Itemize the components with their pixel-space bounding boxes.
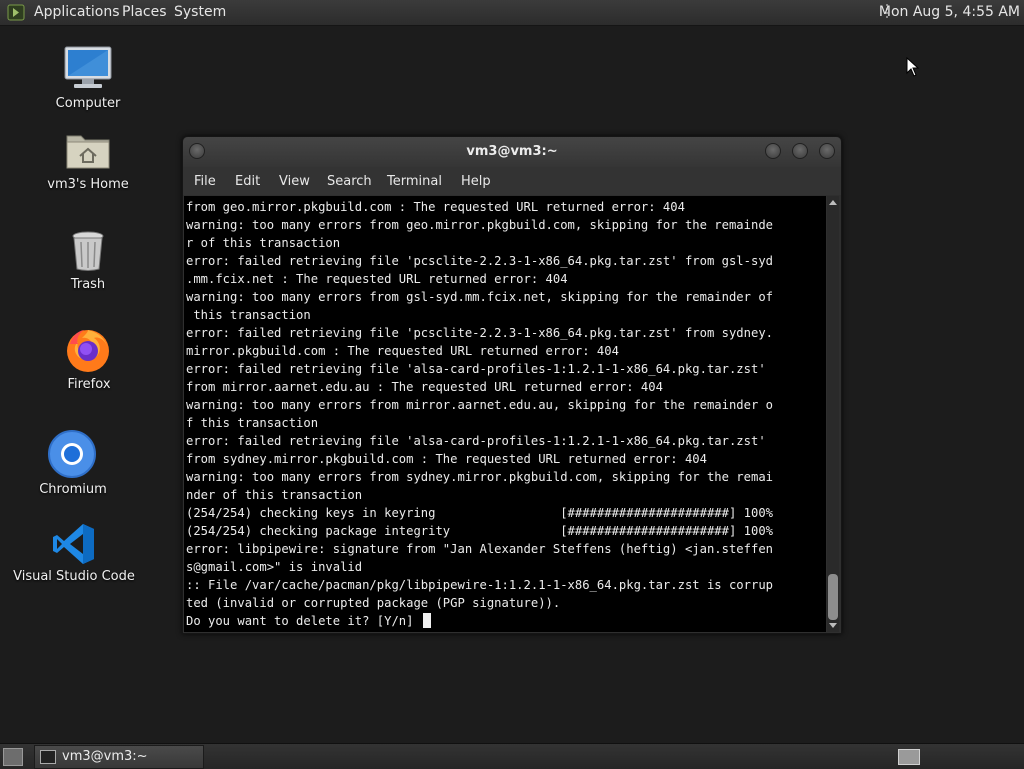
bottom-panel: vm3@vm3:~: [0, 743, 1024, 769]
distro-logo-icon[interactable]: [7, 4, 25, 21]
home-folder-icon: [66, 135, 110, 169]
search-menu[interactable]: Search: [327, 174, 372, 189]
chromium-icon: [48, 430, 96, 478]
desktop-icon-label: Chromium: [39, 482, 107, 497]
terminal-menubar: File Edit View Search Terminal Help: [183, 167, 841, 195]
taskbar-button-terminal[interactable]: vm3@vm3:~: [34, 745, 204, 769]
minimize-button[interactable]: [765, 143, 781, 159]
computer-monitor-icon: [64, 46, 112, 88]
terminal-output: from geo.mirror.pkgbuild.com : The reque…: [186, 198, 773, 630]
edit-menu[interactable]: Edit: [235, 174, 260, 189]
terminal-menu[interactable]: Terminal: [387, 174, 442, 189]
file-menu[interactable]: File: [194, 174, 216, 189]
help-menu[interactable]: Help: [461, 174, 491, 189]
desktop-icon-label: Firefox: [67, 377, 111, 392]
text-cursor: [422, 613, 431, 628]
top-panel: Applications Places System Mon Aug 5, 4:…: [0, 0, 1024, 26]
window-titlebar[interactable]: vm3@vm3:~: [183, 137, 841, 167]
workspace-switcher[interactable]: [898, 749, 920, 765]
desktop-icon-trash[interactable]: Trash: [40, 228, 136, 296]
close-button[interactable]: [819, 143, 835, 159]
desktop-icon-label: vm3's Home: [47, 177, 129, 192]
mouse-pointer-icon: [906, 57, 920, 77]
terminal-output-area[interactable]: from geo.mirror.pkgbuild.com : The reque…: [184, 196, 826, 632]
places-menu[interactable]: Places: [122, 4, 167, 21]
vscode-icon: [53, 524, 94, 564]
maximize-button[interactable]: [792, 143, 808, 159]
desktop-icon-computer[interactable]: Computer: [40, 44, 136, 116]
trash-icon: [72, 231, 104, 271]
terminal-icon: [40, 750, 56, 764]
window-title: vm3@vm3:~: [466, 144, 558, 159]
desktop-icon-label: Trash: [70, 277, 106, 292]
view-menu[interactable]: View: [279, 174, 310, 189]
desktop-icon-firefox[interactable]: Firefox: [40, 326, 136, 396]
clock[interactable]: Mon Aug 5, 4:55 AM: [879, 4, 1020, 21]
system-menu[interactable]: System: [174, 4, 226, 21]
desktop-icon-label: Visual Studio Code: [13, 569, 135, 584]
desktop-icon-home[interactable]: vm3's Home: [40, 128, 136, 196]
firefox-icon: [67, 330, 109, 372]
show-desktop-icon[interactable]: [3, 748, 23, 766]
desktop-icon-label: Computer: [55, 96, 121, 111]
terminal-scrollbar[interactable]: [827, 196, 839, 632]
scroll-thumb[interactable]: [828, 574, 838, 620]
desktop-icon-vscode[interactable]: Visual Studio Code: [10, 520, 138, 586]
taskbar-button-label: vm3@vm3:~: [62, 749, 148, 764]
terminal-window[interactable]: vm3@vm3:~ File Edit View Search Terminal…: [182, 136, 842, 634]
scroll-up-icon[interactable]: [829, 200, 837, 205]
terminal-text: from geo.mirror.pkgbuild.com : The reque…: [186, 200, 773, 628]
scroll-down-icon[interactable]: [829, 623, 837, 628]
desktop-icon-chromium[interactable]: Chromium: [24, 430, 120, 498]
applications-menu[interactable]: Applications: [34, 4, 120, 21]
